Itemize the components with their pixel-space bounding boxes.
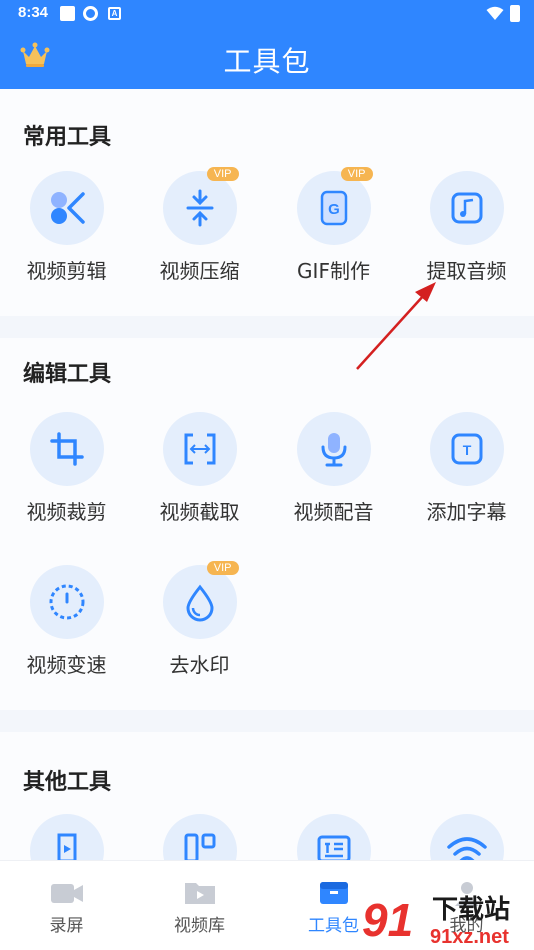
battery-icon — [510, 5, 520, 22]
tool-video-edit[interactable]: 视频剪辑 — [0, 171, 133, 284]
tool-remove-watermark[interactable]: VIP 去水印 — [133, 561, 266, 678]
svg-text:T: T — [462, 442, 471, 458]
notification-square-icon — [60, 6, 75, 21]
section-title: 编辑工具 — [23, 362, 112, 387]
tool-video-compress[interactable]: VIP 视频压缩 — [133, 167, 266, 284]
speed-icon — [29, 565, 104, 639]
video-library-icon — [184, 883, 215, 904]
subtitle-icon: T — [429, 412, 504, 486]
tool-label: 提取音频 — [426, 259, 507, 283]
text-icon — [296, 814, 371, 860]
tool-video-crop[interactable]: 视频裁剪 — [0, 412, 133, 525]
tool-split[interactable] — [133, 814, 266, 860]
section-common-tools: 常用工具 视频剪辑 VIP 视频压缩 G VIP GIF制作 提取音频 — [0, 89, 534, 316]
tool-wifi-transfer[interactable] — [400, 814, 533, 860]
tool-video-trim[interactable]: 视频截取 — [133, 412, 266, 525]
svg-text:91xz.net: 91xz.net — [430, 926, 509, 948]
status-time: 8:34 — [18, 4, 49, 21]
tool-label: GIF制作 — [297, 259, 370, 283]
wifi-transfer-icon — [429, 814, 504, 860]
section-other-tools: 其他工具 — [0, 732, 534, 860]
page-title: 工具包 — [223, 45, 311, 78]
watermark-logo: 91 下载站 91xz.net — [360, 888, 532, 948]
tool-label: 添加字幕 — [426, 500, 507, 524]
tool-video-speed[interactable]: 视频变速 — [0, 565, 133, 678]
nav-record[interactable]: 录屏 — [0, 861, 133, 950]
record-icon — [50, 884, 83, 903]
nav-label: 视频库 — [174, 916, 225, 936]
tool-label: 视频压缩 — [159, 259, 240, 283]
microphone-icon — [296, 412, 371, 486]
toolbox-icon — [319, 882, 348, 904]
section-title: 其他工具 — [23, 770, 112, 795]
tool-label: 去水印 — [169, 653, 230, 677]
export-icon — [29, 814, 104, 860]
tool-extract-audio[interactable]: 提取音频 — [400, 171, 533, 284]
svg-text:91: 91 — [362, 894, 413, 946]
tool-label: 视频剪辑 — [26, 259, 107, 283]
music-note-icon — [429, 171, 504, 245]
tool-add-subtitle[interactable]: T 添加字幕 — [400, 412, 533, 525]
section-edit-tools: 编辑工具 视频裁剪 视频截取 视频配音 T 添加字幕 视频变速 VIP 去水印 — [0, 338, 534, 710]
nav-video-library[interactable]: 视频库 — [133, 861, 266, 950]
gif-icon: G VIP — [296, 167, 373, 245]
compress-icon: VIP — [162, 167, 239, 245]
tool-label: 视频配音 — [293, 500, 374, 524]
svg-text:G: G — [328, 201, 340, 218]
tool-label: 视频变速 — [26, 653, 107, 677]
tool-gif-make[interactable]: G VIP GIF制作 — [267, 167, 400, 284]
vip-badge: VIP — [206, 167, 239, 181]
trim-icon — [162, 412, 237, 486]
tool-video-dub[interactable]: 视频配音 — [267, 412, 400, 525]
split-icon — [162, 814, 237, 860]
status-bar: 8:34 A — [0, 0, 534, 28]
vip-badge: VIP — [206, 561, 239, 575]
wifi-icon — [486, 6, 504, 20]
notification-app-icon — [83, 6, 98, 21]
tool-label: 视频裁剪 — [26, 500, 107, 524]
water-drop-icon: VIP — [162, 561, 239, 639]
tool-text[interactable] — [267, 814, 400, 860]
tool-export[interactable] — [0, 814, 133, 860]
app-header: 8:34 A 工具包 — [0, 0, 534, 89]
scissors-icon — [29, 171, 104, 245]
tool-label: 视频截取 — [159, 500, 240, 524]
nav-label: 录屏 — [49, 916, 84, 936]
vip-badge: VIP — [340, 167, 373, 181]
svg-text:下载站: 下载站 — [432, 895, 510, 925]
notification-a-icon: A — [108, 7, 121, 20]
section-title: 常用工具 — [23, 125, 112, 150]
crop-icon — [29, 412, 104, 486]
